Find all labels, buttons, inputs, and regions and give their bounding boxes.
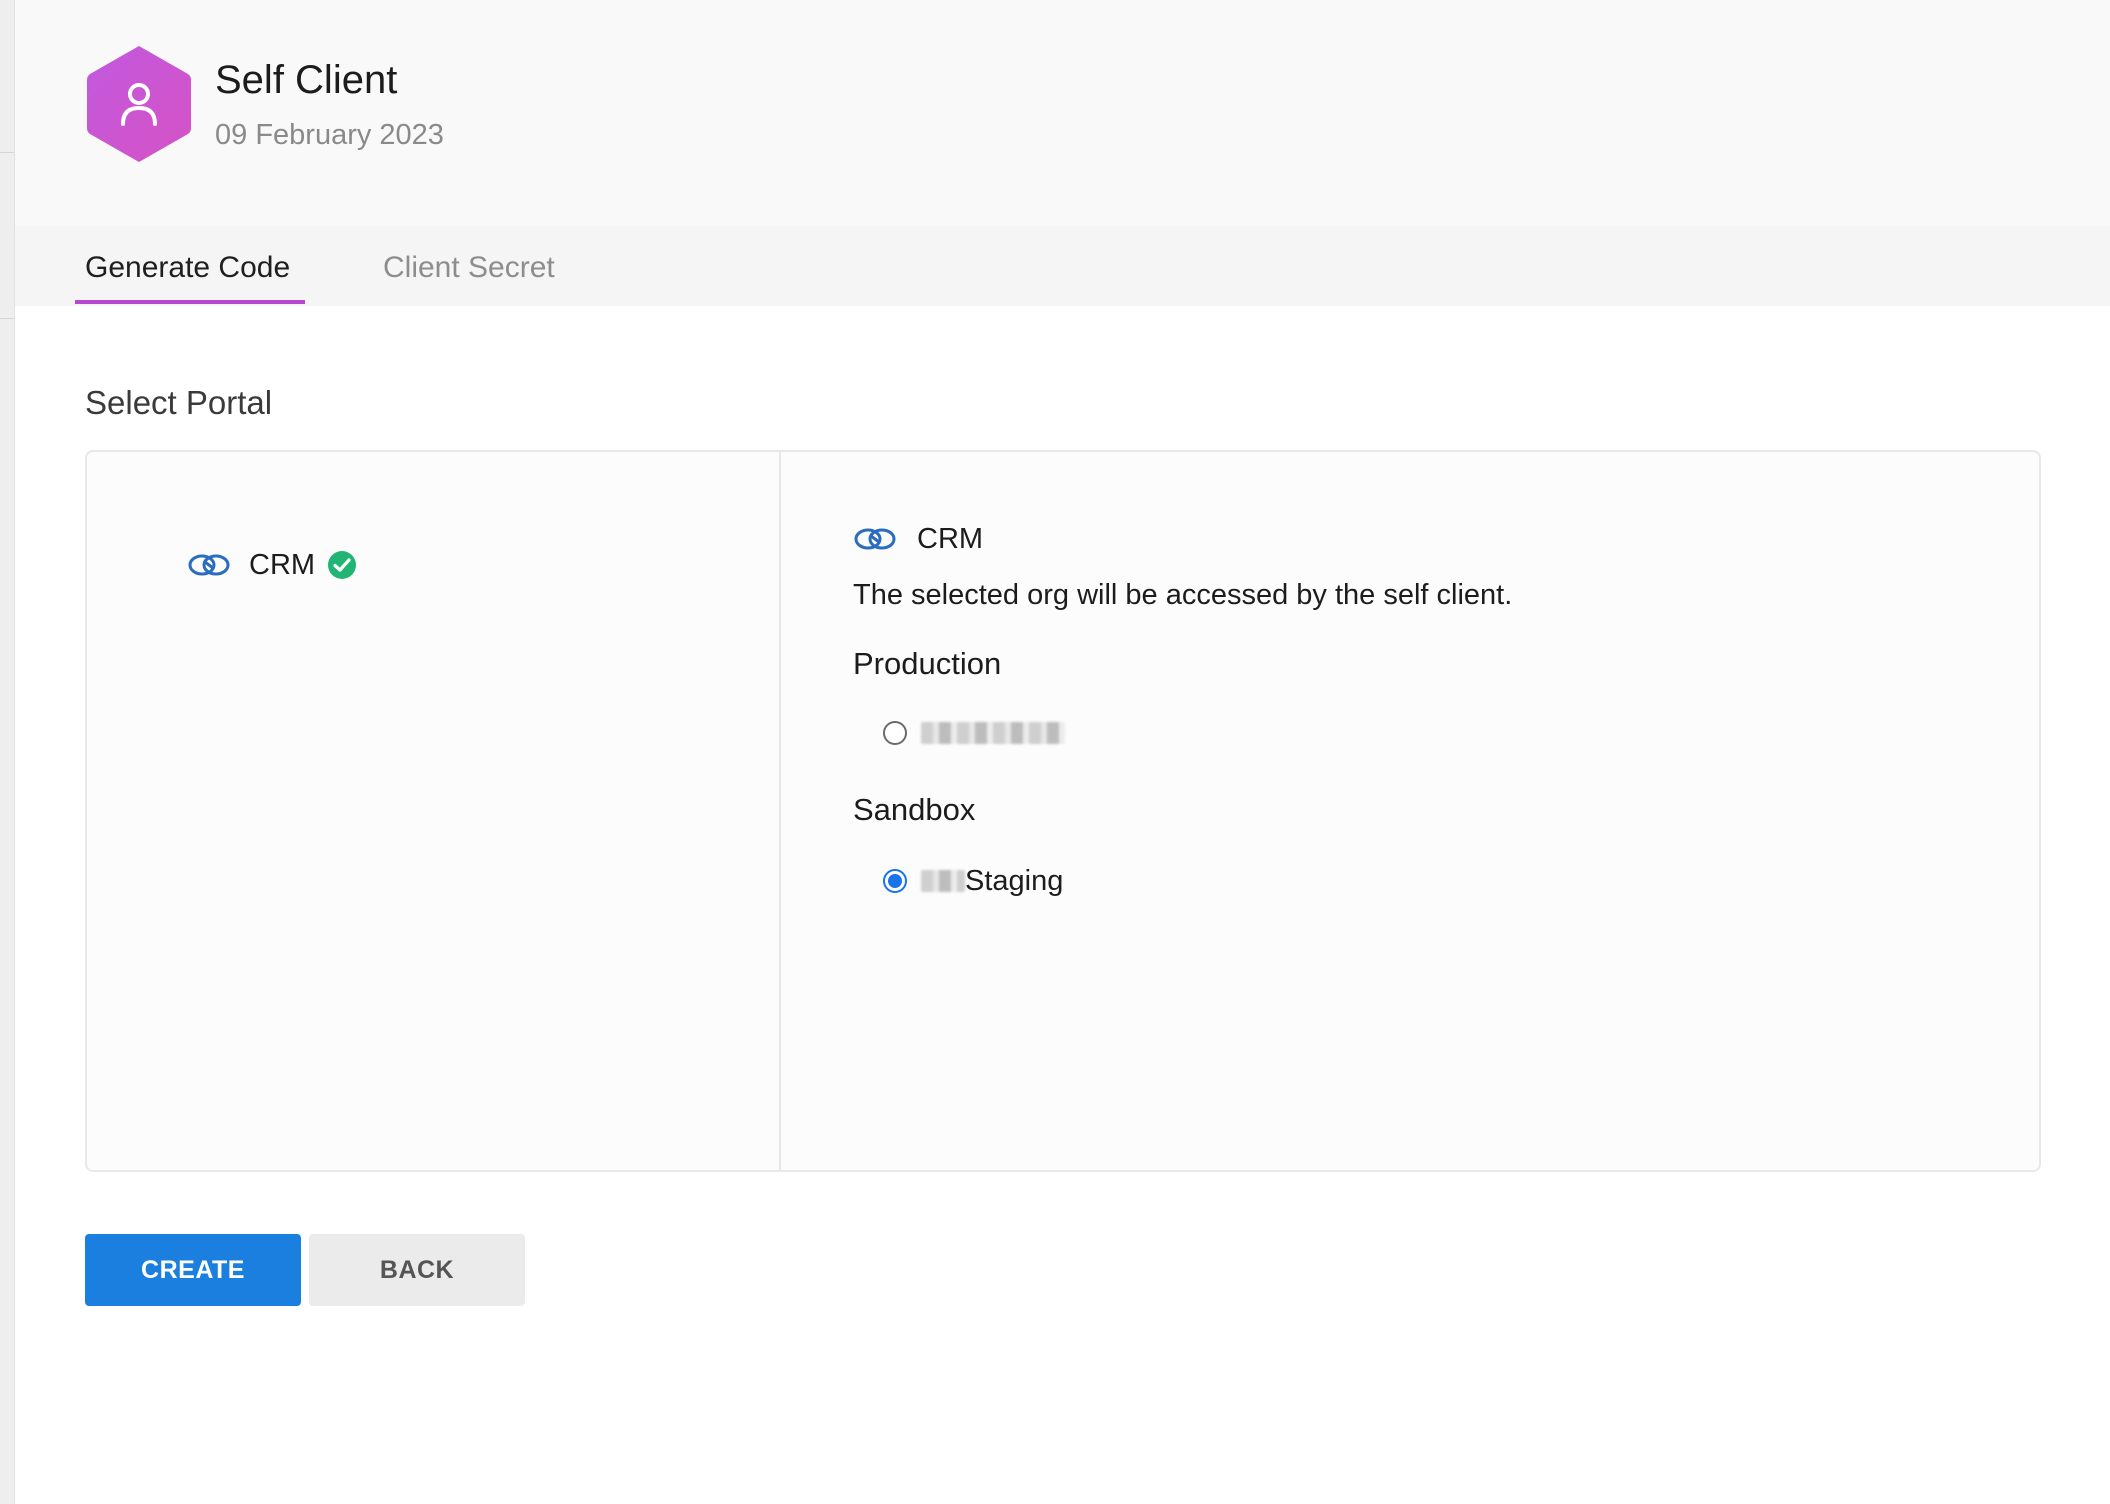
portal-item-crm[interactable]: CRM <box>187 540 357 590</box>
section-title: Select Portal <box>85 384 273 421</box>
crm-link-icon <box>188 554 230 576</box>
portal-selector: CRM CRM The selected org will be accesse… <box>85 450 2041 1172</box>
radio-sandbox-org[interactable] <box>883 869 907 893</box>
redacted-org-prefix <box>921 870 965 892</box>
back-button[interactable]: BACK <box>309 1234 525 1306</box>
active-tab-indicator <box>75 300 305 304</box>
left-edge-panel <box>0 0 15 1504</box>
left-edge-divider <box>0 152 14 153</box>
org-option-sandbox[interactable]: Staging <box>883 858 1063 904</box>
user-icon <box>87 46 191 162</box>
redacted-org-name <box>921 722 1065 744</box>
group-label-sandbox: Sandbox <box>853 792 976 827</box>
detail-portal-label: CRM <box>917 522 984 555</box>
crm-link-icon <box>854 528 896 550</box>
org-option-production[interactable] <box>883 710 1065 756</box>
detail-portal-heading: CRM <box>853 514 983 564</box>
tab-client-secret[interactable]: Client Secret <box>383 248 555 288</box>
portal-item-label: CRM <box>249 548 316 581</box>
left-edge-divider <box>0 318 14 319</box>
main-content: Self Client 09 February 2023 Generate Co… <box>15 0 2110 1504</box>
panel-divider <box>779 452 781 1170</box>
detail-description: The selected org will be accessed by the… <box>853 579 1513 611</box>
check-circle-icon <box>328 551 357 579</box>
client-created-date: 09 February 2023 <box>215 119 444 151</box>
tab-bar: Generate Code Client Secret <box>15 226 2110 306</box>
org-option-label: Staging <box>965 864 1064 897</box>
client-header: Self Client 09 February 2023 <box>15 0 2110 226</box>
radio-production-org[interactable] <box>883 721 907 745</box>
create-button[interactable]: CREATE <box>85 1234 301 1306</box>
tab-generate-code[interactable]: Generate Code <box>85 248 290 288</box>
client-title: Self Client <box>215 58 398 102</box>
avatar <box>85 44 193 164</box>
group-label-production: Production <box>853 646 1002 681</box>
